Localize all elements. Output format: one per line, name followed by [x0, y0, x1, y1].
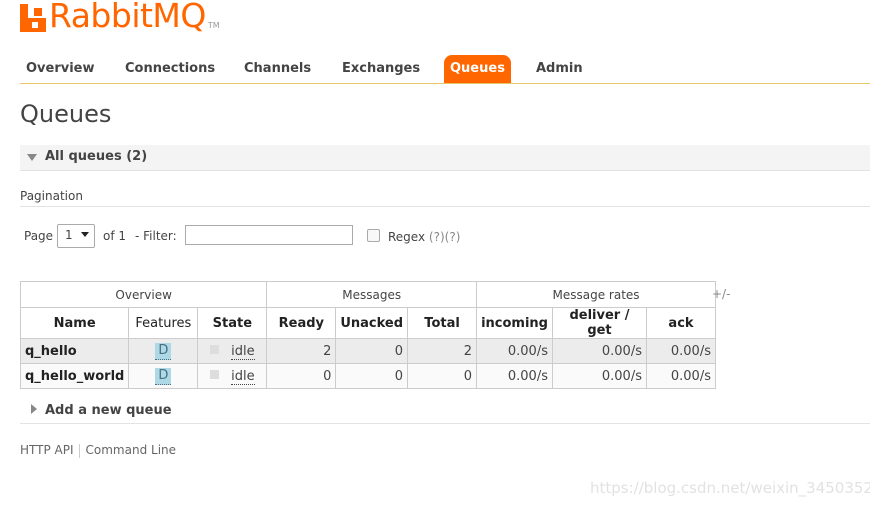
column-header-ready[interactable]: Ready [266, 307, 337, 339]
queue-state: idle [231, 368, 255, 385]
page-select-value: 1 [65, 228, 73, 242]
ready-count: 0 [266, 363, 337, 389]
queue-name-link[interactable]: q_hello_world [19, 363, 130, 389]
total-count: 2 [407, 338, 478, 364]
footer-link-command-line[interactable]: Command Line [86, 443, 177, 457]
all-queues-section-toggle[interactable]: All queues (2) [20, 145, 870, 171]
column-header-name[interactable]: Name [19, 307, 130, 339]
column-header-unacked[interactable]: Unacked [335, 307, 409, 339]
rabbitmq-logo: RabbitMQ TM [20, 0, 220, 32]
column-header-total[interactable]: Total [407, 307, 478, 339]
rabbit-icon [20, 4, 46, 32]
deliver-get-rate: 0.00/s [551, 363, 647, 389]
nav-tab-exchanges[interactable]: Exchanges [336, 55, 426, 83]
page-title: Queues [20, 100, 112, 128]
regex-label: Regex (?)(?) [388, 230, 460, 244]
queue-name-link[interactable]: q_hello [19, 338, 130, 364]
add-queue-label: Add a new queue [45, 403, 172, 418]
regex-text: Regex [388, 230, 426, 244]
group-header-messages: Messages [266, 281, 478, 308]
column-header-deliver-get[interactable]: deliver / get [551, 307, 647, 339]
table-row: q_hello_world D idle 0 0 0 0.00/s 0.00/s… [19, 363, 716, 389]
all-queues-label: All queues (2) [45, 149, 148, 164]
queues-table: Overview Messages Message rates Name Fea… [19, 281, 716, 389]
state-indicator-icon [210, 344, 220, 354]
filter-input[interactable] [185, 225, 353, 245]
ack-rate: 0.00/s [645, 363, 716, 389]
footer: HTTP API Command Line [20, 443, 176, 458]
unacked-count: 0 [335, 363, 409, 389]
column-header-features: Features [128, 307, 199, 339]
column-header-state[interactable]: State [197, 307, 268, 339]
ready-count: 2 [266, 338, 337, 364]
state-indicator-icon [210, 369, 220, 379]
regex-checkbox[interactable] [367, 229, 380, 242]
unacked-count: 0 [335, 338, 409, 364]
deliver-get-rate: 0.00/s [551, 338, 647, 364]
column-toggle-button[interactable]: +/- [712, 287, 730, 301]
incoming-rate: 0.00/s [476, 338, 553, 364]
footer-separator [78, 443, 80, 458]
queue-state: idle [231, 343, 255, 360]
collapse-triangle-icon [27, 154, 37, 161]
pagination-heading: Pagination [20, 189, 83, 203]
column-header-ack[interactable]: ack [645, 307, 716, 339]
durable-feature-badge: D [155, 367, 172, 385]
group-header-overview: Overview [19, 281, 268, 308]
footer-link-http-api[interactable]: HTTP API [20, 443, 74, 457]
watermark: https://blog.csdn.net/weixin_34503526 [590, 479, 870, 497]
ack-rate: 0.00/s [645, 338, 716, 364]
page-label: Page [24, 229, 54, 243]
expand-triangle-icon [31, 404, 37, 414]
nav-tab-channels[interactable]: Channels [238, 55, 317, 83]
durable-feature-badge: D [155, 342, 172, 360]
total-count: 0 [407, 363, 478, 389]
table-row: q_hello D idle 2 0 2 0.00/s 0.00/s 0.00/… [19, 338, 716, 364]
page-count-label: of 1 [103, 229, 127, 243]
incoming-rate: 0.00/s [476, 363, 553, 389]
nav-tab-queues[interactable]: Queues [444, 55, 511, 83]
nav-tab-overview[interactable]: Overview [20, 55, 101, 83]
column-header-incoming[interactable]: incoming [476, 307, 553, 339]
add-queue-section-toggle[interactable]: Add a new queue [20, 399, 870, 424]
dropdown-caret-icon [81, 232, 89, 237]
group-header-message-rates: Message rates [476, 281, 716, 308]
nav-tab-admin[interactable]: Admin [530, 55, 589, 83]
logo-trademark: TM [207, 21, 220, 30]
pagination-divider [20, 206, 870, 207]
main-nav: Overview Connections Channels Exchanges … [20, 55, 870, 84]
nav-tab-connections[interactable]: Connections [119, 55, 221, 83]
page-select[interactable]: 1 [57, 224, 95, 248]
logo-text: RabbitMQ [49, 0, 206, 35]
filter-label: - Filter: [135, 229, 177, 243]
regex-help-links[interactable]: (?)(?) [429, 230, 460, 244]
